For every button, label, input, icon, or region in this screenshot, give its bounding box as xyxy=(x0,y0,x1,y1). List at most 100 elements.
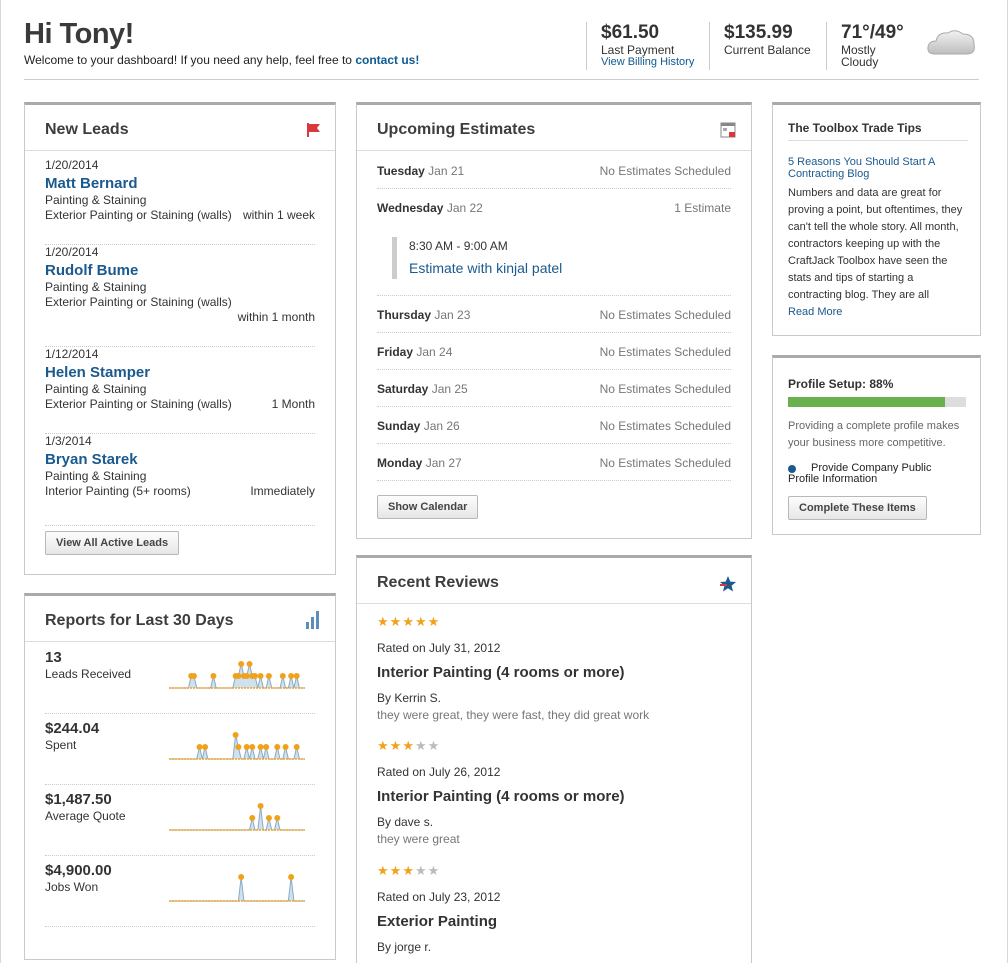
review-date: Rated on July 31, 2012 xyxy=(377,641,501,655)
review-comment: they were great xyxy=(377,832,460,846)
show-calendar-button[interactable]: Show Calendar xyxy=(377,495,479,519)
estimate-date: Jan 21 xyxy=(428,164,465,178)
read-more-link[interactable]: Read More xyxy=(788,306,842,318)
reviews-header: Recent Reviews xyxy=(357,558,751,604)
lead-timing: within 1 month xyxy=(237,310,315,324)
lead-service: Painting & Staining xyxy=(45,382,147,396)
review-item: ★★★★★ Rated on July 23, 2012 Exterior Pain… xyxy=(377,863,731,954)
rating-star-icon: ★ xyxy=(414,738,428,753)
review-rating: ★★★★★ xyxy=(377,614,731,629)
estimates-header: Upcoming Estimates xyxy=(357,105,751,151)
review-date: Rated on July 23, 2012 xyxy=(377,890,501,904)
star-icon xyxy=(720,576,736,592)
estimate-day-row: Sunday Jan 26 No Estimates Scheduled xyxy=(377,407,731,444)
estimate-day-row: Friday Jan 24 No Estimates Scheduled xyxy=(377,333,731,370)
lead-date: 1/12/2014 xyxy=(45,347,99,361)
current-balance-stat: $135.99 Current Balance xyxy=(709,22,811,70)
rating-star-icon: ★ xyxy=(402,738,415,753)
last-payment-label: Last Payment xyxy=(601,43,675,57)
sparkline-point xyxy=(293,673,300,679)
sparkline-point xyxy=(257,744,264,750)
current-balance-value: $135.99 xyxy=(724,22,793,43)
profile-progress-bar xyxy=(788,397,966,407)
cloud-icon xyxy=(927,30,975,55)
estimate-date: Jan 25 xyxy=(431,382,468,396)
lead-detail: Exterior Painting or Staining (walls) xyxy=(45,208,232,222)
lead-item: 1/20/2014 Rudolf Bume Painting & Staining E… xyxy=(45,245,315,347)
sparkline-point xyxy=(196,744,203,750)
new-leads-header: New Leads xyxy=(25,105,335,151)
report-sparkline xyxy=(169,661,305,689)
contact-us-link[interactable]: contact us! xyxy=(355,53,419,67)
estimate-status: No Estimates Scheduled xyxy=(599,419,731,433)
lead-item: 1/3/2014 Bryan Starek Painting & Staining I… xyxy=(45,434,315,526)
rating-star-icon: ★ xyxy=(389,738,403,753)
estimate-day: Thursday xyxy=(377,308,432,322)
rating-star-icon: ★ xyxy=(377,614,390,629)
sparkline-point xyxy=(265,673,272,679)
scheduled-estimate-time: 8:30 AM - 9:00 AM xyxy=(409,239,508,253)
estimates-title: Upcoming Estimates xyxy=(377,121,536,138)
sparkline-point xyxy=(293,744,300,750)
review-date: Rated on July 26, 2012 xyxy=(377,765,501,779)
estimate-status: 1 Estimate xyxy=(674,201,731,215)
scheduled-estimate-link[interactable]: Estimate with kinjal patel xyxy=(409,258,562,278)
estimate-day: Sunday xyxy=(377,419,421,433)
estimate-day: Wednesday xyxy=(377,201,444,215)
sparkline-point xyxy=(243,744,250,750)
greeting-title: Hi Tony! xyxy=(24,18,134,50)
trade-tips-article-link[interactable]: 5 Reasons You Should Start A Contracting… xyxy=(788,156,968,180)
sparkline-point xyxy=(263,744,270,750)
rating-star-icon: ★ xyxy=(427,738,441,753)
review-author: By Kerrin S. xyxy=(377,691,442,705)
last-payment-stat: $61.50 Last Payment View Billing History xyxy=(586,22,694,70)
rating-star-icon: ★ xyxy=(427,863,441,878)
sparkline-point xyxy=(190,673,197,679)
rating-star-icon: ★ xyxy=(377,863,390,878)
lead-name-link[interactable]: Matt Bernard xyxy=(45,174,315,193)
new-leads-title: New Leads xyxy=(45,121,129,138)
trade-tips-body: Numbers and data are great for proving a… xyxy=(788,187,963,301)
bar-chart-icon xyxy=(306,611,319,629)
welcome-text: Welcome to your dashboard! If you need a… xyxy=(24,53,352,67)
billing-history-link[interactable]: View Billing History xyxy=(601,56,694,69)
sparkline-point xyxy=(232,732,239,738)
lead-name-link[interactable]: Bryan Starek xyxy=(45,450,315,469)
report-item: $4,900.00 Jobs Won xyxy=(45,856,315,927)
reviews-panel: Recent Reviews ★★★★★ Rated on July 31, 20… xyxy=(356,555,752,963)
sparkline-point xyxy=(257,673,264,679)
estimate-day-row: Monday Jan 27 No Estimates Scheduled xyxy=(377,444,731,481)
estimate-day: Saturday xyxy=(377,382,429,396)
profile-todo-item[interactable]: Provide Company Public Profile Informati… xyxy=(788,463,950,485)
review-comment: they were great, they were fast, they di… xyxy=(377,708,650,722)
lead-detail: Interior Painting (5+ rooms) xyxy=(45,484,191,498)
complete-items-button[interactable]: Complete These Items xyxy=(788,496,927,520)
lead-date: 1/20/2014 xyxy=(45,158,99,172)
report-sparkline xyxy=(169,874,305,902)
trade-tips-panel: The Toolbox Trade Tips 5 Reasons You Sho… xyxy=(772,102,981,336)
sparkline-line xyxy=(169,876,305,902)
sparkline-point xyxy=(274,815,281,821)
lead-timing: Immediately xyxy=(250,484,315,498)
estimate-status: No Estimates Scheduled xyxy=(599,345,731,359)
rating-star-icon: ★ xyxy=(427,614,441,629)
sparkline-point xyxy=(235,673,242,679)
estimate-status: No Estimates Scheduled xyxy=(599,456,731,470)
estimate-date: Jan 26 xyxy=(423,419,460,433)
estimate-status: No Estimates Scheduled xyxy=(599,382,731,396)
scheduled-estimate: 8:30 AM - 9:00 AM Estimate with kinjal p… xyxy=(392,237,562,279)
sparkline-point xyxy=(249,744,256,750)
estimate-day-row: Tuesday Jan 21 No Estimates Scheduled xyxy=(377,152,731,189)
estimates-panel: Upcoming Estimates Tuesday Jan 21 No Esti… xyxy=(356,102,752,539)
lead-name-link[interactable]: Rudolf Bume xyxy=(45,261,315,280)
new-leads-panel: New Leads 1/20/2014 Matt Bernard Painting … xyxy=(24,102,336,575)
sparkline-point xyxy=(252,673,259,679)
lead-date: 1/3/2014 xyxy=(45,434,92,448)
rating-star-icon: ★ xyxy=(389,614,403,629)
sparkline-point xyxy=(288,673,295,679)
lead-name-link[interactable]: Helen Stamper xyxy=(45,363,315,382)
view-all-leads-button[interactable]: View All Active Leads xyxy=(45,531,180,555)
sparkline-point xyxy=(238,661,245,667)
rating-star-icon: ★ xyxy=(377,738,390,753)
report-sparkline xyxy=(169,732,305,760)
